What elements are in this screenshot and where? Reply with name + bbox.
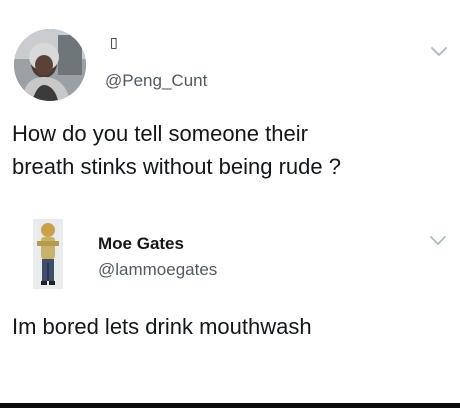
tweet-text-line: breath stinks without being rude ? (12, 154, 341, 179)
tweet-text: Im bored lets drink mouthwash (12, 310, 452, 343)
avatar[interactable] (33, 219, 63, 289)
chevron-down-icon[interactable] (429, 44, 449, 58)
avatar[interactable] (14, 29, 86, 101)
display-name[interactable]: ▯ (110, 34, 118, 51)
tweet-text-line: Im bored lets drink mouthwash (12, 314, 312, 339)
display-name[interactable]: Moe Gates (98, 234, 184, 254)
tweet-text: How do you tell someone their breath sti… (12, 117, 452, 183)
avatar-photo (14, 29, 86, 101)
tweet-card: Moe Gates @lammoegates Im bored lets dri… (0, 200, 460, 396)
bottom-divider (0, 403, 460, 408)
user-handle[interactable]: @Peng_Cunt (105, 71, 207, 91)
avatar-photo (33, 219, 63, 289)
chevron-down-icon[interactable] (428, 233, 448, 247)
tweet-text-line: How do you tell someone their (12, 121, 308, 146)
tweet-card: ▯ @Peng_Cunt How do you tell someone the… (0, 0, 460, 200)
user-handle[interactable]: @lammoegates (98, 260, 217, 280)
